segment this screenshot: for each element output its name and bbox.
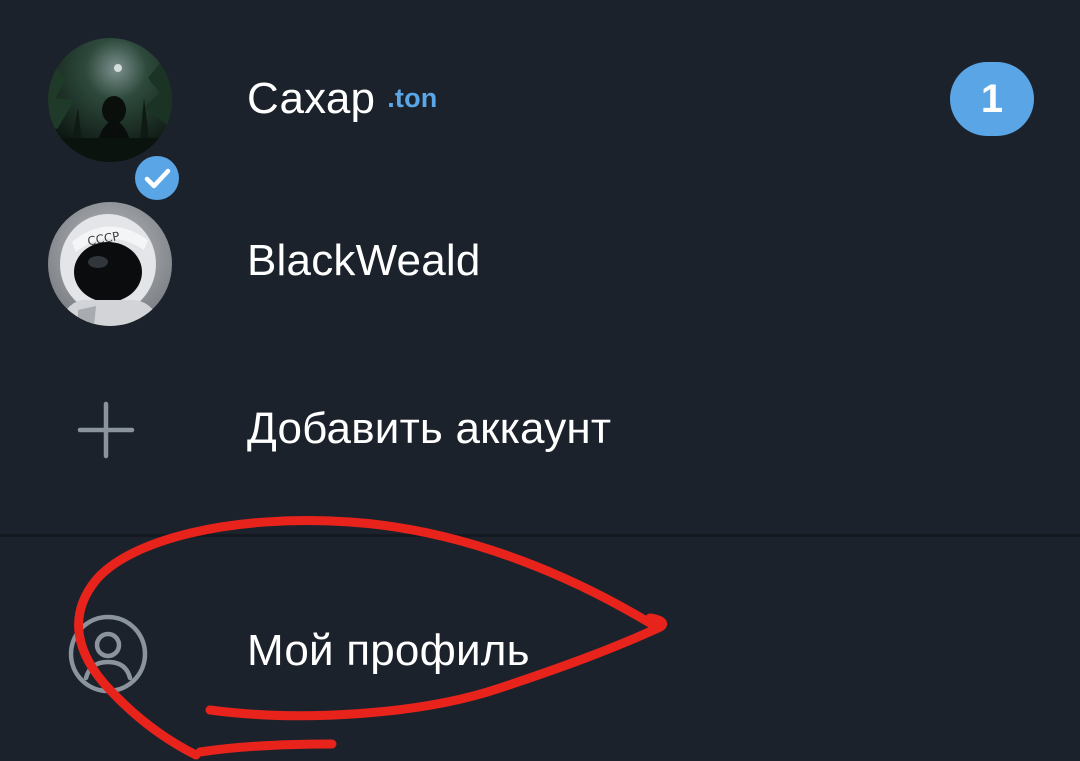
plus-icon [76,400,136,465]
add-account-button[interactable]: Добавить аккаунт [0,360,1080,500]
ton-suffix: .ton [387,83,438,113]
account-item-blackweald[interactable]: СССР BlackWeald [0,190,1080,340]
account-avatar: СССР [48,202,172,326]
user-circle-icon [66,612,150,701]
account-avatar [48,38,183,204]
my-profile-button[interactable]: Мой профиль [0,560,1080,740]
account-name-text: Сахар [247,74,376,123]
account-name: Сахар .ton [247,74,437,124]
account-item-sahar[interactable]: Сахар .ton 1 [0,30,1080,204]
my-profile-label: Мой профиль [247,626,530,675]
account-name: BlackWeald [247,236,481,285]
unread-badge: 1 [950,62,1034,136]
menu-divider [0,534,1080,537]
add-account-label: Добавить аккаунт [247,404,612,453]
